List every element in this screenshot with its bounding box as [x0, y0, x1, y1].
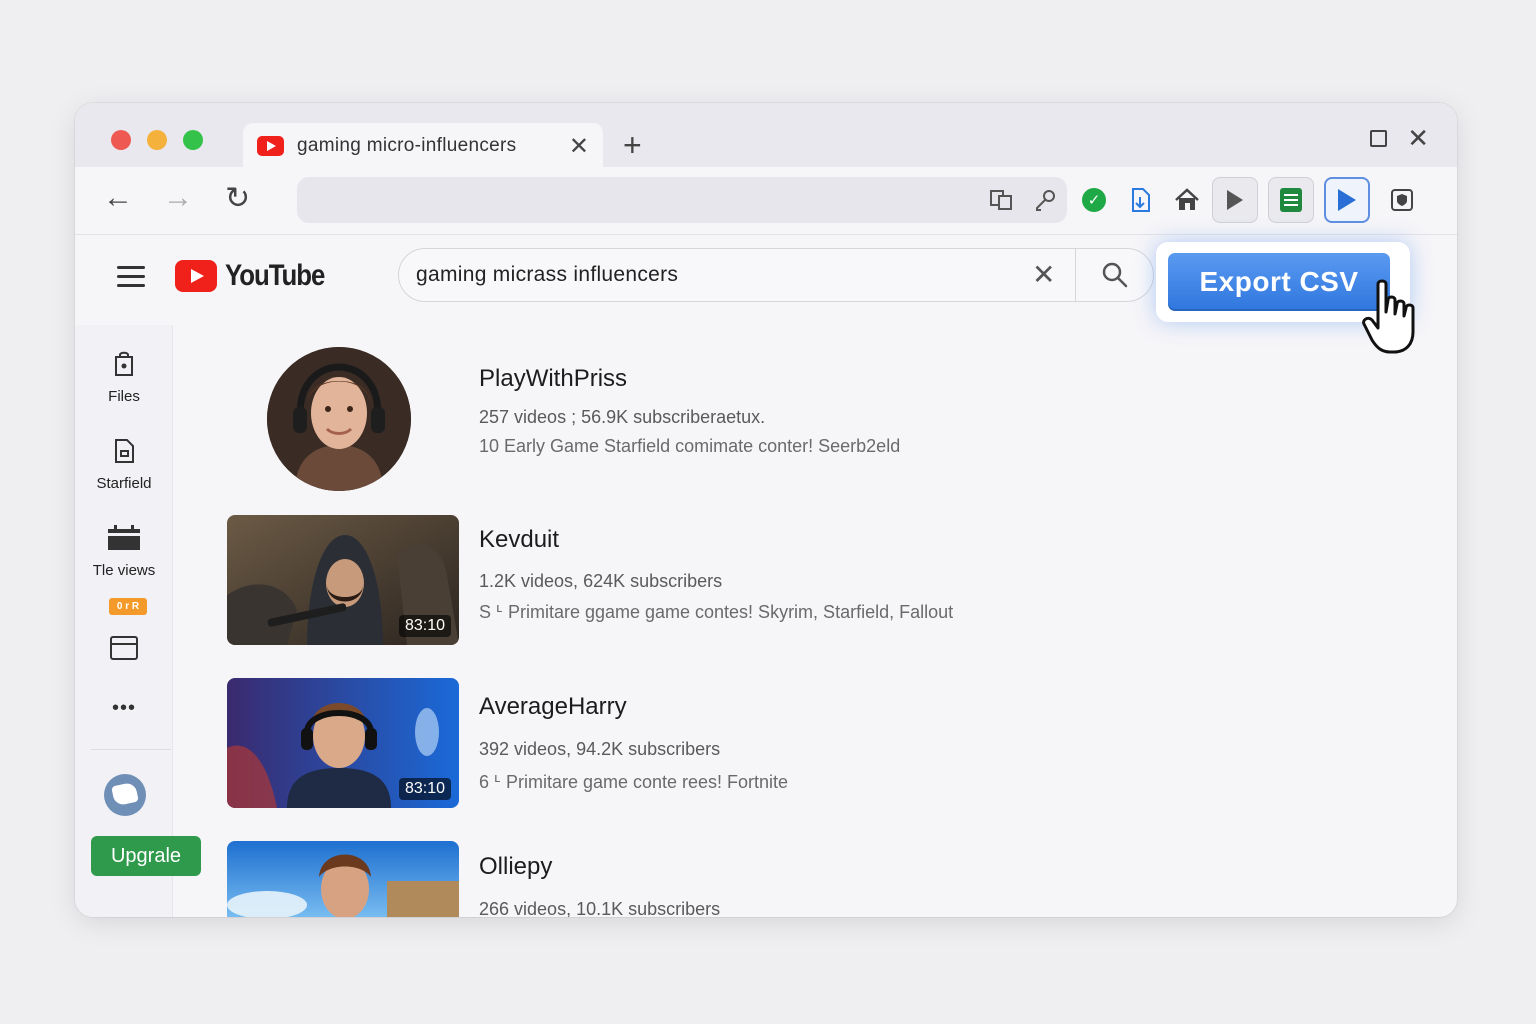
video-thumbnail-olliepy[interactable]	[227, 841, 459, 917]
spreadsheet-icon	[1280, 188, 1302, 212]
video-thumbnail-averageharry[interactable]: 83:10	[227, 678, 459, 808]
forward-button[interactable]: →	[163, 181, 193, 215]
play-icon	[1227, 190, 1243, 210]
sidebar-item-label: Tle views	[92, 562, 156, 579]
sheets-extension-button[interactable]	[1268, 177, 1314, 223]
channel-name[interactable]: Olliepy	[479, 853, 552, 881]
zoom-window-dot[interactable]	[183, 130, 203, 150]
sidebar-divider	[91, 749, 171, 750]
nav-bar: ← → ↻ ✓	[75, 167, 1457, 235]
file-extension-button[interactable]	[1117, 177, 1163, 223]
sidebar-item-starfield[interactable]: Starfield	[75, 438, 173, 492]
channel-avatar-playwithpriss[interactable]	[267, 347, 411, 491]
home-icon	[1175, 188, 1199, 210]
search-input[interactable]	[399, 249, 1019, 301]
channel-stats: 1.2K videos, 624K subscribers	[479, 571, 723, 591]
hand-pointer-cursor-icon	[1362, 279, 1415, 354]
document-icon	[115, 439, 134, 463]
home-button[interactable]	[1164, 177, 1210, 223]
sidebar-item-label: Files	[108, 388, 140, 405]
channel-name[interactable]: PlayWithPriss	[479, 365, 627, 393]
key-extension-button[interactable]	[1023, 177, 1069, 223]
search-icon[interactable]	[1101, 261, 1129, 289]
back-button[interactable]: ←	[103, 181, 133, 215]
window-close-icon[interactable]: ✕	[1407, 123, 1429, 154]
file-arrow-icon	[1132, 188, 1150, 212]
video-duration: 83:10	[398, 615, 451, 637]
maximize-icon[interactable]	[1370, 130, 1387, 147]
clear-search-icon[interactable]: ✕	[1032, 258, 1055, 291]
reload-button[interactable]: ↻	[225, 181, 250, 216]
verified-extension-button[interactable]: ✓	[1071, 177, 1117, 223]
export-extension-button[interactable]	[1324, 177, 1370, 223]
check-circle-icon: ✓	[1082, 188, 1106, 212]
channel-name[interactable]: Kevduit	[479, 526, 559, 554]
youtube-play-logo-icon	[175, 260, 217, 292]
translate-icon	[990, 190, 1012, 210]
browser-tab[interactable]: gaming micro-influencers ✕	[243, 123, 603, 169]
shield-icon	[1391, 189, 1413, 211]
sidebar: Files Starfield Tle views 0 r R •••	[75, 325, 173, 917]
key-icon	[1036, 190, 1055, 211]
blue-play-icon	[1338, 189, 1356, 211]
sidebar-item-window[interactable]	[75, 635, 173, 666]
menu-icon[interactable]	[117, 266, 145, 288]
search-box: ✕	[398, 248, 1154, 302]
video-duration: 83:10	[398, 778, 451, 800]
upgrade-button[interactable]: Upgrale	[91, 836, 201, 876]
youtube-favicon-icon	[257, 136, 284, 156]
sidebar-item-views[interactable]: Tle views	[75, 525, 173, 579]
new-tab-button[interactable]: +	[623, 127, 642, 164]
channel-name[interactable]: AverageHarry	[479, 693, 627, 721]
lock-file-icon	[115, 351, 133, 376]
account-avatar[interactable]	[104, 774, 146, 816]
outdoor-portrait-thumbnail-icon	[227, 841, 459, 917]
browser-window: gaming micro-influencers ✕ + ✕ ← → ↻ ✓ Y…	[75, 103, 1457, 917]
search-divider	[1075, 249, 1076, 301]
channel-stats: 392 videos, 94.2K subscribers	[479, 739, 721, 759]
tab-title: gaming micro-influencers	[297, 135, 517, 156]
sidebar-item-files[interactable]: Files	[75, 351, 173, 405]
youtube-logo[interactable]: YouTube	[175, 259, 340, 293]
browser-window-icon	[110, 636, 138, 660]
tab-bar: gaming micro-influencers ✕ + ✕	[75, 103, 1457, 169]
export-csv-button[interactable]: Export CSV	[1168, 253, 1390, 311]
youtube-wordmark: YouTube	[225, 259, 325, 292]
minimize-window-dot[interactable]	[147, 130, 167, 150]
calendar-icon	[108, 525, 140, 550]
channel-description: S ᒻ Primitare ggame game contes! Skyrim,…	[479, 602, 954, 622]
channel-stats: 257 videos ; 56.9K subscriberaetux.	[479, 407, 766, 427]
close-window-dot[interactable]	[111, 130, 131, 150]
address-bar[interactable]	[297, 177, 1067, 223]
sidebar-item-label: Starfield	[96, 475, 152, 492]
translate-extension-button[interactable]	[978, 177, 1024, 223]
channel-description: 6 ᒻ Primitare game conte rees! Fortnite	[479, 772, 789, 792]
more-options-icon[interactable]: •••	[75, 697, 173, 720]
shield-extension-button[interactable]	[1379, 177, 1425, 223]
channel-description: 10 Early Game Starfield comimate conter!…	[479, 436, 901, 456]
play-extension-button[interactable]	[1212, 177, 1258, 223]
sidebar-badge: 0 r R	[109, 598, 147, 615]
channel-stats: 266 videos, 10.1K subscribers	[479, 899, 721, 917]
tab-close-icon[interactable]: ✕	[569, 132, 589, 161]
woman-portrait-icon	[267, 347, 411, 491]
video-thumbnail-kevduit[interactable]: 83:10	[227, 515, 459, 645]
